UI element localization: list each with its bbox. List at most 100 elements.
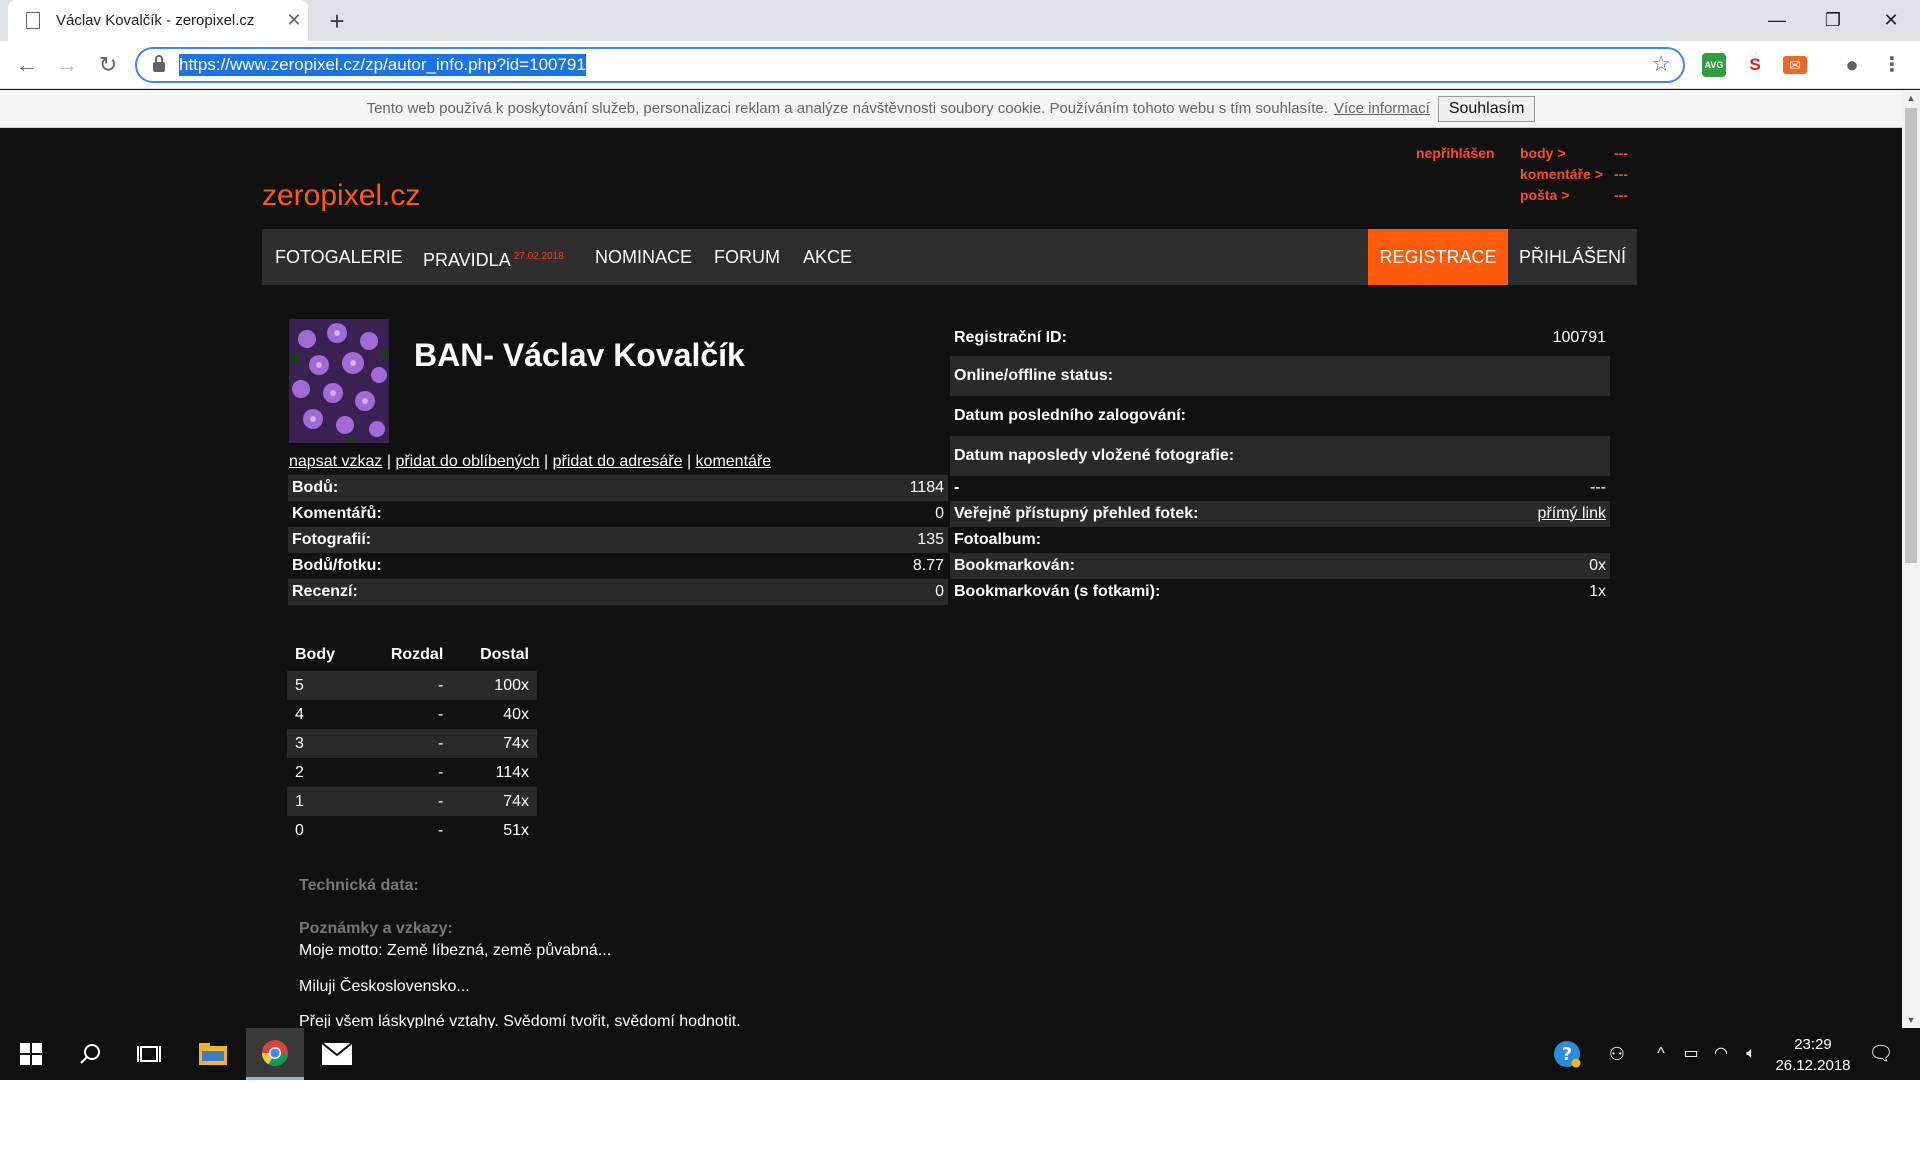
clock[interactable]: 23:29 26.12.2018 bbox=[1770, 1034, 1856, 1076]
file-explorer-icon[interactable] bbox=[184, 1028, 242, 1080]
mail-extension-icon[interactable]: ✉ bbox=[1783, 56, 1807, 74]
avatar[interactable] bbox=[289, 319, 389, 443]
stat-value: 1184 bbox=[909, 479, 944, 496]
table-row: 2 - 114x bbox=[287, 758, 537, 787]
note-line: Přeji všem láskyplné vztahy. Svědomí tvo… bbox=[299, 1013, 741, 1028]
nav-pravidla-label: PRAVIDLA bbox=[423, 250, 511, 270]
stat-row-points: Bodů: 1184 bbox=[288, 475, 948, 501]
note-line: Miluji Československo... bbox=[299, 978, 470, 995]
info-label: Registrační ID: bbox=[954, 329, 1067, 346]
table-cell: 3 bbox=[287, 729, 361, 758]
direct-link[interactable]: přímý link bbox=[1538, 505, 1606, 523]
comments-link[interactable]: komentáře bbox=[696, 453, 772, 470]
info-label: Datum naposledy vložené fotografie: bbox=[954, 447, 1235, 464]
table-cell: 5 bbox=[287, 671, 361, 700]
stat-value: 0 bbox=[935, 583, 944, 600]
search-icon[interactable] bbox=[61, 1028, 119, 1080]
cookie-more-link[interactable]: Více informací bbox=[1334, 100, 1430, 117]
table-cell: 4 bbox=[295, 705, 304, 723]
back-icon[interactable]: ← bbox=[12, 50, 42, 80]
nav-forum[interactable]: FORUM bbox=[714, 229, 780, 285]
register-button[interactable]: REGISTRACE bbox=[1368, 229, 1508, 285]
battery-icon[interactable]: ▭ bbox=[1678, 1028, 1704, 1080]
tab-close-icon[interactable]: ✕ bbox=[280, 10, 308, 31]
table-cell: - bbox=[360, 729, 452, 758]
new-tab-icon[interactable]: + bbox=[322, 6, 352, 37]
info-row-registration-id: Registrační ID: 100791 bbox=[950, 320, 1610, 356]
scroll-down-icon[interactable]: ▼ bbox=[1902, 1012, 1920, 1028]
url-text[interactable]: https://www.zeropixel.cz/zp/autor_info.p… bbox=[179, 54, 586, 76]
task-view-icon[interactable] bbox=[120, 1028, 178, 1080]
nav-fotogalerie[interactable]: FOTOGALERIE bbox=[275, 229, 403, 285]
add-favorite-link[interactable]: přidat do oblíbených bbox=[395, 453, 539, 470]
link-separator: | bbox=[386, 453, 391, 470]
nav-nominace[interactable]: NOMINACE bbox=[595, 229, 692, 285]
stat-row-reviews: Recenzí: 0 bbox=[288, 579, 948, 605]
table-row: 3 - 74x bbox=[287, 729, 537, 758]
wifi-icon[interactable]: ◠ bbox=[1708, 1028, 1734, 1080]
site-logo[interactable]: zeropixel.cz bbox=[262, 179, 420, 213]
people-icon[interactable]: ⚇ bbox=[1600, 1028, 1634, 1080]
window-close-icon[interactable]: ✕ bbox=[1868, 4, 1914, 36]
chrome-icon bbox=[261, 1039, 289, 1066]
mail-taskbar-icon[interactable] bbox=[308, 1028, 366, 1080]
tray-chevron-up-icon[interactable]: ^ bbox=[1648, 1028, 1674, 1080]
menu-dots-icon[interactable]: ⋮ bbox=[1880, 53, 1904, 77]
profile-name: BAN- Václav Kovalčík bbox=[414, 337, 745, 373]
notes-heading: Poznámky a vzkazy: bbox=[299, 920, 453, 937]
stat-row-comments: Komentářů: 0 bbox=[288, 501, 948, 527]
tab-title: Václav Kovalčík - zeropixel.cz bbox=[56, 12, 255, 29]
column-header: Dostal bbox=[480, 646, 529, 663]
envelope-icon bbox=[322, 1043, 352, 1065]
info-label: Datum posledního zalogování: bbox=[954, 407, 1187, 424]
info-row-bookmarked-photos: Bookmarkován (s fotkami): 1x bbox=[950, 579, 1610, 605]
cookie-accept-button[interactable]: Souhlasím bbox=[1437, 95, 1536, 122]
reload-icon[interactable]: ↻ bbox=[93, 50, 123, 80]
info-value: 100791 bbox=[1552, 329, 1606, 346]
user-comments-link[interactable]: komentáře > bbox=[1520, 166, 1603, 182]
browser-tab[interactable]: Václav Kovalčík - zeropixel.cz ✕ bbox=[8, 0, 308, 41]
scroll-up-icon[interactable]: ▲ bbox=[1902, 90, 1920, 106]
forward-icon[interactable]: → bbox=[52, 50, 82, 80]
column-header: Body bbox=[295, 646, 335, 663]
volume-icon[interactable]: 🔈︎ bbox=[1738, 1028, 1764, 1080]
minimize-icon[interactable]: — bbox=[1754, 4, 1800, 36]
add-address-link[interactable]: přidat do adresáře bbox=[553, 453, 683, 470]
address-bar[interactable]: https://www.zeropixel.cz/zp/autor_info.p… bbox=[135, 47, 1685, 83]
s-extension-icon[interactable]: S bbox=[1743, 53, 1767, 77]
info-row-bookmarked: Bookmarkován: 0x bbox=[950, 553, 1610, 579]
start-icon[interactable] bbox=[2, 1028, 60, 1080]
nav-akce[interactable]: AKCE bbox=[803, 229, 852, 285]
page-scrollbar[interactable]: ▲ ▼ bbox=[1902, 90, 1920, 1028]
account-icon[interactable]: ● bbox=[1840, 53, 1864, 77]
table-cell: - bbox=[437, 705, 444, 723]
table-cell: 74x bbox=[451, 787, 537, 816]
avg-extension-icon[interactable]: AVG bbox=[1702, 53, 1726, 77]
user-mail-link[interactable]: pošta > bbox=[1520, 187, 1569, 203]
table-row: 1 - 74x bbox=[287, 787, 537, 816]
chrome-taskbar-icon[interactable] bbox=[246, 1028, 304, 1080]
document-icon bbox=[26, 12, 40, 29]
user-comments-value: --- bbox=[1614, 166, 1628, 182]
write-message-link[interactable]: napsat vzkaz bbox=[289, 453, 382, 470]
taskbar: ? ⚇ ^ ▭ ◠ 🔈︎ 23:29 26.12.2018 🗨︎ bbox=[0, 1028, 1920, 1080]
stat-label: Bodů: bbox=[292, 479, 339, 496]
help-icon[interactable]: ? bbox=[1550, 1028, 1584, 1080]
table-cell: 74x bbox=[451, 729, 537, 758]
nav-pravidla[interactable]: PRAVIDLA 27.02.2018 bbox=[423, 229, 564, 285]
info-value: 1x bbox=[1589, 583, 1606, 600]
info-label: Veřejně přístupný přehled fotek: bbox=[954, 505, 1199, 522]
user-points-link[interactable]: body > bbox=[1520, 145, 1566, 161]
bookmark-star-icon[interactable]: ☆ bbox=[1651, 51, 1671, 77]
scroll-thumb[interactable] bbox=[1905, 108, 1917, 563]
notification-center-icon[interactable]: 🗨︎ bbox=[1866, 1028, 1896, 1080]
info-label: Online/offline status: bbox=[954, 367, 1114, 384]
cookie-bar: Tento web používá k poskytování služeb, … bbox=[0, 90, 1902, 128]
table-cell: 51x bbox=[503, 821, 529, 839]
restore-icon[interactable]: ❐ bbox=[1810, 4, 1856, 36]
profile-links: napsat vzkaz | přidat do oblíbených | př… bbox=[289, 453, 771, 471]
login-button[interactable]: PŘIHLÁŠENÍ bbox=[1508, 229, 1637, 285]
stat-label: Fotografií: bbox=[292, 531, 372, 548]
login-status: nepřihlášen bbox=[1416, 145, 1495, 161]
stat-value: 8.77 bbox=[912, 557, 944, 574]
